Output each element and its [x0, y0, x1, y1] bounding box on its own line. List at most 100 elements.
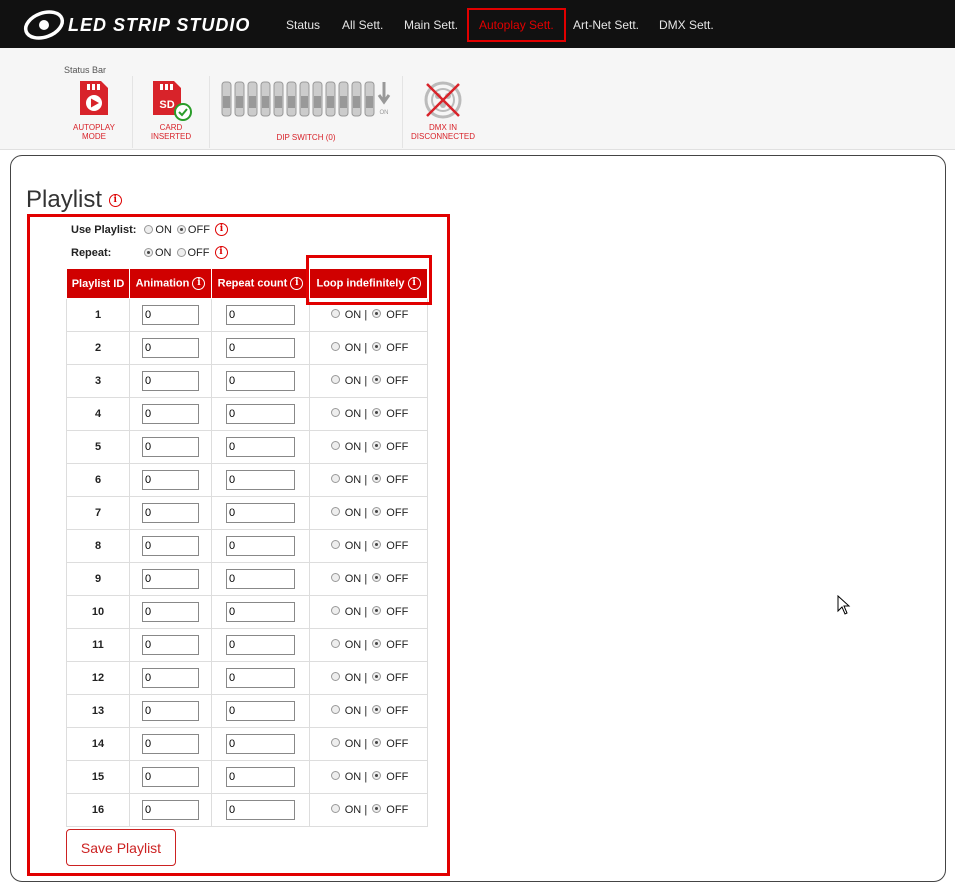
loop-off-radio[interactable]	[372, 540, 382, 549]
loop-off-radio[interactable]	[372, 738, 382, 747]
repeat-count-cell	[211, 298, 310, 332]
animation-info-icon[interactable]: i	[192, 277, 206, 290]
table-row: 6 ON | OFF	[66, 463, 428, 497]
loop-on-radio[interactable]	[330, 705, 340, 714]
loop-on-radio[interactable]	[330, 573, 340, 582]
repeat-count-input[interactable]	[226, 569, 295, 589]
brand-logo[interactable]: LED STRIP STUDIO	[22, 9, 250, 41]
save-playlist-button[interactable]: Save Playlist	[66, 829, 176, 866]
table-row: 2 ON | OFF	[66, 331, 428, 365]
animation-input[interactable]	[142, 371, 199, 391]
animation-input[interactable]	[142, 503, 199, 523]
loop-off-radio[interactable]	[372, 639, 382, 648]
loop-off-radio[interactable]	[372, 804, 382, 813]
animation-input[interactable]	[142, 767, 199, 787]
repeat-count-input[interactable]	[226, 371, 295, 391]
repeat-count-input[interactable]	[226, 437, 295, 457]
animation-input[interactable]	[142, 668, 199, 688]
loop-on-radio[interactable]	[330, 408, 340, 417]
repeat-count-input[interactable]	[226, 635, 295, 655]
repeat-count-input[interactable]	[226, 338, 295, 358]
animation-input[interactable]	[142, 404, 199, 424]
loop-off-radio[interactable]	[372, 441, 382, 450]
nav-all-settings[interactable]: All Sett.	[342, 0, 383, 48]
loop-off-radio[interactable]	[372, 771, 382, 780]
repeat-on-label: ON	[155, 246, 172, 259]
animation-input[interactable]	[142, 569, 199, 589]
repeat-count-input[interactable]	[226, 701, 295, 721]
loop-on-radio[interactable]	[330, 375, 340, 384]
playlist-id-cell: 16	[66, 793, 130, 827]
animation-input[interactable]	[142, 470, 199, 490]
use-playlist-info-icon[interactable]: i	[214, 223, 228, 236]
animation-input[interactable]	[142, 635, 199, 655]
animation-input[interactable]	[142, 338, 199, 358]
repeat-count-input[interactable]	[226, 404, 295, 424]
animation-input[interactable]	[142, 602, 199, 622]
use-playlist-off-radio[interactable]	[176, 225, 186, 234]
loop-on-radio[interactable]	[330, 606, 340, 615]
loop-off-radio[interactable]	[372, 672, 382, 681]
loop-separator: |	[364, 639, 368, 651]
playlist-info-icon[interactable]: i	[108, 194, 122, 208]
loop-off-radio[interactable]	[372, 474, 382, 483]
nav-autoplay-settings[interactable]: Autoplay Sett.	[467, 8, 566, 42]
loop-off-radio[interactable]	[372, 375, 382, 384]
loop-off-radio[interactable]	[372, 606, 382, 615]
loop-on-radio[interactable]	[330, 540, 340, 549]
animation-input[interactable]	[142, 437, 199, 457]
repeat-count-info-icon[interactable]: i	[290, 277, 304, 290]
loop-cell: ON | OFF	[309, 463, 428, 497]
repeat-count-input[interactable]	[226, 734, 295, 754]
repeat-count-input[interactable]	[226, 668, 295, 688]
loop-off-radio[interactable]	[372, 573, 382, 582]
repeat-count-input[interactable]	[226, 536, 295, 556]
animation-input[interactable]	[142, 800, 199, 820]
repeat-count-input[interactable]	[226, 305, 295, 325]
repeat-count-input[interactable]	[226, 503, 295, 523]
loop-on-radio[interactable]	[330, 441, 340, 450]
loop-off-label: OFF	[386, 771, 409, 783]
loop-on-radio[interactable]	[330, 639, 340, 648]
repeat-count-input[interactable]	[226, 800, 295, 820]
animation-input[interactable]	[142, 305, 199, 325]
repeat-on-radio[interactable]	[144, 248, 153, 257]
loop-cell: ON | OFF	[309, 595, 428, 629]
repeat-count-input[interactable]	[226, 470, 295, 490]
repeat-count-cell	[211, 793, 310, 827]
nav-dmx-settings[interactable]: DMX Sett.	[659, 0, 714, 48]
loop-on-radio[interactable]	[330, 309, 340, 318]
animation-input[interactable]	[142, 536, 199, 556]
loop-off-radio[interactable]	[372, 507, 382, 516]
loop-off-radio[interactable]	[372, 342, 382, 351]
repeat-info-icon[interactable]: i	[214, 246, 228, 259]
loop-off-label: OFF	[386, 639, 409, 651]
loop-on-radio[interactable]	[330, 672, 340, 681]
repeat-count-input[interactable]	[226, 767, 295, 787]
repeat-count-input[interactable]	[226, 602, 295, 622]
use-playlist-on-radio[interactable]	[144, 225, 154, 234]
loop-off-label: OFF	[386, 573, 409, 585]
repeat-count-cell	[211, 529, 310, 563]
loop-on-radio[interactable]	[330, 342, 340, 351]
loop-separator: |	[364, 573, 368, 585]
nav-main-settings[interactable]: Main Sett.	[404, 0, 458, 48]
loop-off-radio[interactable]	[372, 309, 382, 318]
use-playlist-label: Use Playlist:	[71, 223, 137, 236]
nav-artnet-settings[interactable]: Art-Net Sett.	[573, 0, 639, 48]
loop-on-radio[interactable]	[330, 804, 340, 813]
loop-on-radio[interactable]	[330, 738, 340, 747]
loop-on-radio[interactable]	[330, 474, 340, 483]
loop-on-radio[interactable]	[330, 771, 340, 780]
nav-status[interactable]: Status	[286, 0, 320, 48]
animation-input[interactable]	[142, 701, 199, 721]
loop-separator: |	[364, 771, 368, 783]
loop-off-radio[interactable]	[372, 705, 382, 714]
loop-on-radio[interactable]	[330, 507, 340, 516]
header-animation-text: Animation	[135, 277, 190, 290]
animation-cell	[129, 529, 212, 563]
animation-cell	[129, 331, 212, 365]
animation-input[interactable]	[142, 734, 199, 754]
loop-off-radio[interactable]	[372, 408, 382, 417]
repeat-off-radio[interactable]	[176, 248, 186, 257]
